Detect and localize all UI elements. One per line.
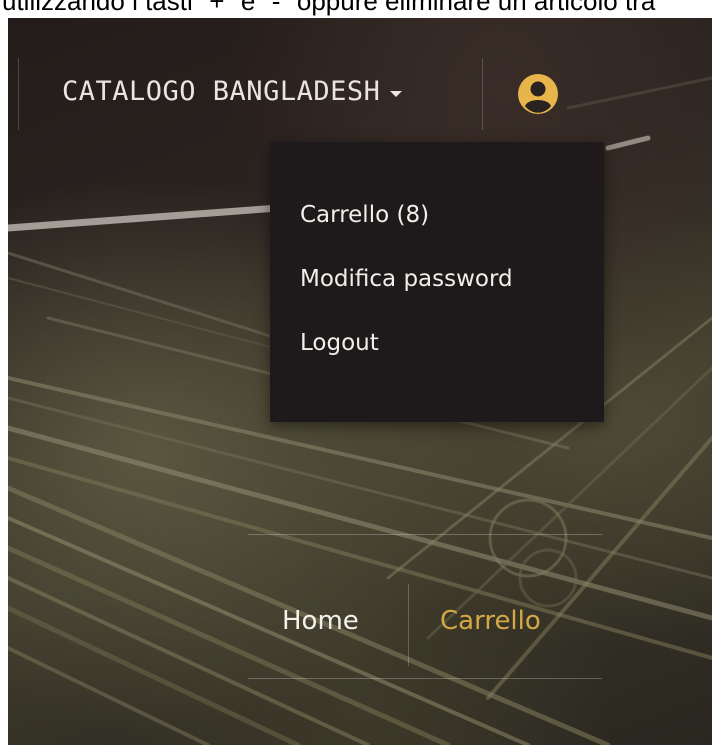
nav-link-home[interactable]: Home — [282, 606, 359, 636]
menu-item-change-password[interactable]: Modifica password — [300, 266, 513, 292]
menu-item-logout[interactable]: Logout — [300, 330, 379, 356]
user-circle-icon[interactable] — [516, 72, 560, 116]
hero-background: CATALOGO BANGLADESH Carrello (8) Modific… — [8, 18, 712, 745]
navbar-divider — [482, 58, 483, 130]
instruction-text: utilizzando i tasti "+" e "-" oppure eli… — [2, 0, 656, 16]
navbar-divider — [18, 58, 19, 130]
page-nav-divider — [408, 584, 409, 666]
brand-label: CATALOGO BANGLADESH — [62, 76, 381, 107]
nav-link-cart[interactable]: Carrello — [440, 606, 541, 636]
cropped-instruction-text: utilizzando i tasti "+" e "-" oppure eli… — [0, 0, 712, 18]
catalog-dropdown-toggle[interactable]: CATALOGO BANGLADESH — [62, 76, 403, 107]
page-nav-top-rule — [248, 534, 602, 535]
menu-item-cart[interactable]: Carrello (8) — [300, 202, 429, 228]
caret-down-icon — [390, 90, 403, 97]
page-nav-bottom-rule — [248, 678, 602, 679]
user-dropdown-menu: Carrello (8) Modifica password Logout — [270, 142, 604, 422]
